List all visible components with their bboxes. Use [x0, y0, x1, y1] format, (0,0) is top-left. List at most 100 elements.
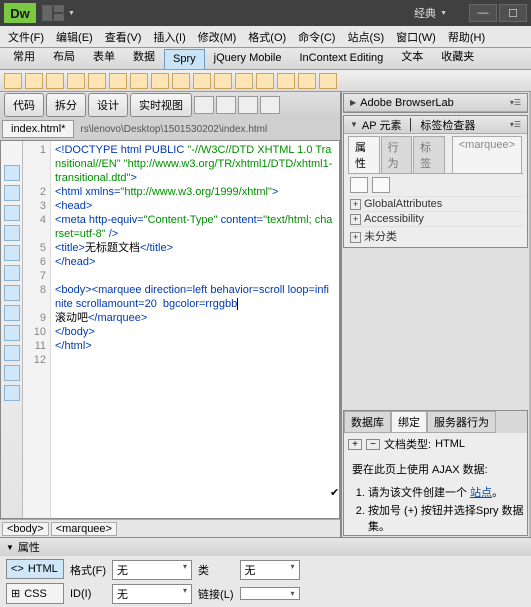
current-tag: <marquee>	[452, 136, 522, 173]
menu-item[interactable]: 站点(S)	[341, 26, 390, 48]
ap-title: AP 元素	[362, 117, 402, 133]
breadcrumb-tag[interactable]: <body>	[2, 522, 49, 536]
browserlab-panel-header[interactable]: ▶ Adobe BrowserLab ▾☰	[344, 94, 527, 112]
ap-tag-panel-header[interactable]: ▼ AP 元素 │ 标签检查器 ▾☰	[344, 116, 527, 134]
bindings-tab[interactable]: 服务器行为	[427, 411, 496, 433]
file-path: rs\lenovo\Desktop\1501530202\index.html	[80, 124, 338, 135]
site-link[interactable]: 站点	[470, 487, 492, 499]
category-view-icon[interactable]	[350, 177, 368, 193]
insert-tool-icon[interactable]	[256, 73, 274, 89]
panel-menu-icon[interactable]: ▾☰	[510, 98, 521, 107]
category-tab[interactable]: 数据	[124, 44, 164, 69]
insert-tool-icon[interactable]	[298, 73, 316, 89]
check-icon: ✔	[330, 486, 339, 499]
panel-title: Adobe BrowserLab	[360, 97, 454, 109]
workspace-dropdown-icon[interactable]: ▼	[440, 10, 447, 17]
bindings-tab[interactable]: 绑定	[391, 411, 427, 433]
category-tab[interactable]: 常用	[4, 44, 44, 69]
category-tab[interactable]: 表单	[84, 44, 124, 69]
code-tool-icon[interactable]	[4, 325, 20, 341]
attribute-group[interactable]: +未分类	[348, 226, 523, 245]
attribute-group[interactable]: +GlobalAttributes	[348, 196, 523, 211]
layout-switcher-icon[interactable]	[42, 5, 64, 21]
code-tool-icon[interactable]	[4, 185, 20, 201]
insert-tool-icon[interactable]	[88, 73, 106, 89]
code-tool-icon[interactable]	[4, 385, 20, 401]
class-label: 类	[198, 562, 233, 578]
insert-tool-icon[interactable]	[319, 73, 337, 89]
insert-tool-icon[interactable]	[25, 73, 43, 89]
menu-item[interactable]: 命令(C)	[292, 26, 341, 48]
remove-binding-button[interactable]: −	[366, 439, 380, 450]
code-tool-icon[interactable]	[4, 365, 20, 381]
properties-panel: ▼ 属性 <> HTML ⊞ CSS 格式(F) 无 类 无 ID(I) 无 链…	[0, 537, 531, 607]
category-tab[interactable]: 布局	[44, 44, 84, 69]
tag-inspector-tab[interactable]: 属性	[348, 136, 380, 173]
view-toolbar: 代码拆分设计实时视图	[0, 92, 340, 118]
code-tool-icon[interactable]	[4, 205, 20, 221]
category-tab[interactable]: Spry	[164, 49, 205, 69]
code-tool-icon[interactable]	[4, 165, 20, 181]
insert-tool-icon[interactable]	[277, 73, 295, 89]
view-button[interactable]: 拆分	[46, 93, 86, 117]
panel-menu-icon[interactable]: ▾☰	[510, 120, 521, 129]
insert-tool-icon[interactable]	[193, 73, 211, 89]
tag-inspector-tab[interactable]: 标签	[413, 136, 445, 173]
category-tab[interactable]: 收藏夹	[432, 44, 483, 69]
view-button[interactable]: 设计	[88, 93, 128, 117]
insert-tool-icon[interactable]	[46, 73, 64, 89]
bindings-message: 要在此页上使用 AJAX 数据:	[344, 455, 527, 483]
insert-tool-icon[interactable]	[67, 73, 85, 89]
view-button[interactable]: 实时视图	[130, 93, 192, 117]
attribute-tree[interactable]: +GlobalAttributes+Accessibility+未分类	[348, 196, 523, 245]
html-properties-tab[interactable]: <> HTML	[6, 559, 64, 579]
category-tab[interactable]: 文本	[392, 44, 432, 69]
file-tab[interactable]: index.html*	[2, 120, 74, 138]
attribute-group[interactable]: +Accessibility	[348, 211, 523, 226]
code-area[interactable]: <!DOCTYPE html PUBLIC "-//W3C//DTD XHTML…	[51, 141, 339, 518]
menu-item[interactable]: 格式(O)	[242, 26, 292, 48]
tag-inspector-tab[interactable]: 行为	[381, 136, 413, 173]
code-tool-icon[interactable]	[4, 265, 20, 281]
view-button[interactable]: 代码	[4, 93, 44, 117]
insert-category-tabs: 常用布局表单数据SpryjQuery MobileInContext Editi…	[0, 48, 531, 70]
doc-tool-icon[interactable]	[194, 96, 214, 114]
insert-tool-icon[interactable]	[235, 73, 253, 89]
menu-item[interactable]: 修改(M)	[192, 26, 243, 48]
doctype-value: HTML	[435, 438, 465, 450]
doc-tool-icon[interactable]	[238, 96, 258, 114]
insert-tool-icon[interactable]	[130, 73, 148, 89]
workspace-mode[interactable]: 经典	[414, 5, 436, 21]
breadcrumb-tag[interactable]: <marquee>	[51, 522, 117, 536]
bindings-tab[interactable]: 数据库	[344, 411, 391, 433]
document-column: 代码拆分设计实时视图 index.html* rs\lenovo\Desktop…	[0, 92, 342, 537]
doc-tool-icon[interactable]	[260, 96, 280, 114]
category-tab[interactable]: InContext Editing	[290, 48, 392, 69]
insert-tool-icon[interactable]	[151, 73, 169, 89]
code-tool-icon[interactable]	[4, 285, 20, 301]
list-view-icon[interactable]	[372, 177, 390, 193]
insert-tool-icon[interactable]	[172, 73, 190, 89]
class-select[interactable]: 无	[240, 560, 300, 580]
layout-dropdown-icon[interactable]: ▼	[68, 10, 75, 17]
code-tool-icon[interactable]	[4, 225, 20, 241]
ap-tag-panel: ▼ AP 元素 │ 标签检查器 ▾☰ 属性行为标签<marquee> +Glob…	[343, 115, 528, 248]
minimize-button[interactable]: —	[469, 4, 497, 22]
titlebar: Dw ▼ 经典 ▼ — ☐	[0, 0, 531, 26]
bindings-toolbar: + − 文档类型: HTML	[344, 433, 527, 455]
maximize-button[interactable]: ☐	[499, 4, 527, 22]
insert-tool-icon[interactable]	[214, 73, 232, 89]
add-binding-button[interactable]: +	[348, 439, 362, 450]
line-gutter: 123456789101112	[23, 141, 51, 518]
insert-tool-icon[interactable]	[4, 73, 22, 89]
code-tool-icon[interactable]	[4, 245, 20, 261]
code-tool-icon[interactable]	[4, 305, 20, 321]
format-select[interactable]: 无	[112, 560, 192, 580]
panel-title: 属性	[18, 539, 40, 555]
category-tab[interactable]: jQuery Mobile	[205, 48, 291, 69]
properties-header[interactable]: ▼ 属性	[0, 538, 531, 556]
insert-tool-icon[interactable]	[109, 73, 127, 89]
code-tool-icon[interactable]	[4, 345, 20, 361]
doc-tool-icon[interactable]	[216, 96, 236, 114]
bindings-panel: 数据库绑定服务器行为 + − 文档类型: HTML 要在此页上使用 AJAX 数…	[343, 410, 528, 536]
